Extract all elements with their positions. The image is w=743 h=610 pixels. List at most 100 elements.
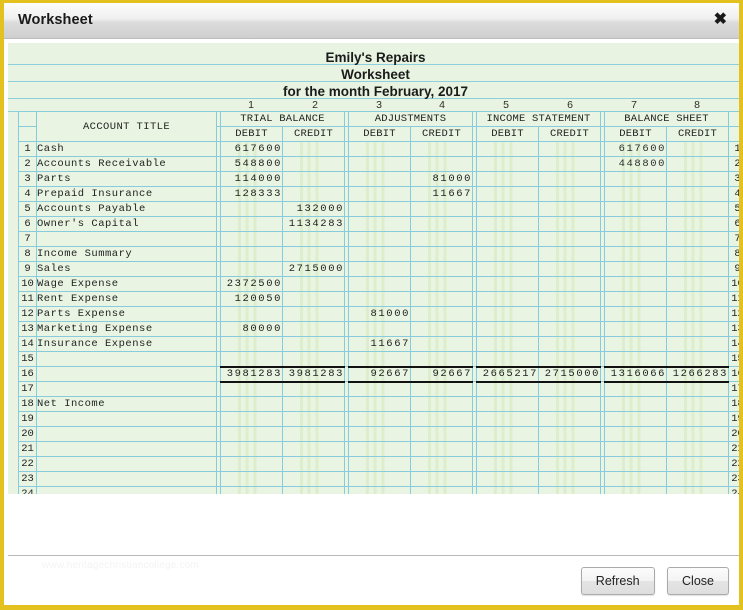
amount-cell-bs-credit[interactable] <box>667 442 729 457</box>
account-title-cell[interactable]: Parts <box>37 172 217 187</box>
amount-cell-bs-debit[interactable] <box>605 382 667 397</box>
amount-cell-is-debit[interactable] <box>477 487 539 495</box>
amount-cell-is-debit[interactable] <box>477 217 539 232</box>
account-title-cell[interactable]: Insurance Expense <box>37 337 217 352</box>
amount-cell-is-credit[interactable] <box>539 352 601 367</box>
amount-cell-is-credit[interactable] <box>539 187 601 202</box>
refresh-button[interactable]: Refresh <box>581 567 655 595</box>
amount-cell-adj-debit[interactable] <box>349 142 411 157</box>
amount-cell-is-debit[interactable] <box>477 157 539 172</box>
amount-cell-tb-credit[interactable]: 132000 <box>283 202 345 217</box>
account-title-cell[interactable]: Net Income <box>37 397 217 412</box>
amount-cell-bs-debit[interactable] <box>605 472 667 487</box>
amount-cell-tb-credit[interactable] <box>283 157 345 172</box>
account-title-cell[interactable]: Wage Expense <box>37 277 217 292</box>
amount-cell-adj-credit[interactable] <box>411 487 473 495</box>
amount-cell-bs-debit[interactable] <box>605 457 667 472</box>
amount-cell-bs-debit[interactable] <box>605 232 667 247</box>
amount-cell-is-debit[interactable] <box>477 232 539 247</box>
account-title-cell[interactable]: Parts Expense <box>37 307 217 322</box>
amount-cell-adj-credit[interactable] <box>411 397 473 412</box>
amount-cell-adj-credit[interactable] <box>411 202 473 217</box>
amount-cell-tb-debit[interactable]: 2372500 <box>221 277 283 292</box>
amount-cell-tb-credit[interactable]: 1134283 <box>283 217 345 232</box>
amount-cell-tb-debit[interactable] <box>221 262 283 277</box>
amount-cell-adj-debit[interactable] <box>349 487 411 495</box>
amount-cell-is-credit[interactable] <box>539 457 601 472</box>
amount-cell-tb-credit[interactable] <box>283 352 345 367</box>
amount-cell-adj-credit[interactable] <box>411 262 473 277</box>
amount-cell-adj-credit[interactable] <box>411 472 473 487</box>
amount-cell-is-debit[interactable] <box>477 292 539 307</box>
amount-cell-adj-debit[interactable]: 81000 <box>349 307 411 322</box>
amount-cell-bs-credit[interactable] <box>667 382 729 397</box>
account-title-cell[interactable] <box>37 427 217 442</box>
amount-cell-adj-credit[interactable] <box>411 142 473 157</box>
account-title-cell[interactable] <box>37 472 217 487</box>
amount-cell-adj-debit[interactable] <box>349 217 411 232</box>
amount-cell-tb-debit[interactable] <box>221 382 283 397</box>
amount-cell-adj-debit[interactable] <box>349 472 411 487</box>
amount-cell-is-debit[interactable] <box>477 442 539 457</box>
amount-cell-is-debit[interactable] <box>477 472 539 487</box>
amount-cell-bs-credit[interactable]: 1266283 <box>667 367 729 382</box>
amount-cell-tb-credit[interactable] <box>283 457 345 472</box>
amount-cell-tb-credit[interactable]: 2715000 <box>283 262 345 277</box>
amount-cell-bs-credit[interactable] <box>667 457 729 472</box>
amount-cell-bs-credit[interactable] <box>667 352 729 367</box>
amount-cell-tb-debit[interactable]: 617600 <box>221 142 283 157</box>
amount-cell-adj-debit[interactable]: 92667 <box>349 367 411 382</box>
amount-cell-bs-credit[interactable] <box>667 337 729 352</box>
amount-cell-tb-debit[interactable] <box>221 457 283 472</box>
amount-cell-is-debit[interactable] <box>477 277 539 292</box>
amount-cell-bs-debit[interactable] <box>605 397 667 412</box>
amount-cell-bs-debit[interactable] <box>605 292 667 307</box>
amount-cell-tb-debit[interactable] <box>221 307 283 322</box>
amount-cell-tb-debit[interactable]: 114000 <box>221 172 283 187</box>
amount-cell-adj-credit[interactable] <box>411 217 473 232</box>
amount-cell-bs-credit[interactable] <box>667 412 729 427</box>
amount-cell-is-credit[interactable] <box>539 262 601 277</box>
amount-cell-is-debit[interactable] <box>477 352 539 367</box>
amount-cell-bs-debit[interactable] <box>605 307 667 322</box>
amount-cell-is-debit[interactable] <box>477 187 539 202</box>
amount-cell-is-debit[interactable] <box>477 382 539 397</box>
amount-cell-tb-credit[interactable] <box>283 187 345 202</box>
amount-cell-is-credit[interactable] <box>539 232 601 247</box>
amount-cell-tb-credit[interactable] <box>283 382 345 397</box>
amount-cell-bs-debit[interactable] <box>605 202 667 217</box>
amount-cell-tb-credit[interactable] <box>283 442 345 457</box>
amount-cell-is-credit[interactable] <box>539 337 601 352</box>
amount-cell-adj-credit[interactable] <box>411 157 473 172</box>
amount-cell-is-debit[interactable] <box>477 457 539 472</box>
amount-cell-is-debit[interactable] <box>477 427 539 442</box>
amount-cell-is-credit[interactable] <box>539 217 601 232</box>
amount-cell-adj-credit[interactable] <box>411 382 473 397</box>
amount-cell-adj-credit[interactable] <box>411 232 473 247</box>
amount-cell-is-credit[interactable]: 2715000 <box>539 367 601 382</box>
amount-cell-tb-credit[interactable] <box>283 472 345 487</box>
amount-cell-is-debit[interactable] <box>477 262 539 277</box>
amount-cell-is-credit[interactable] <box>539 247 601 262</box>
amount-cell-adj-debit[interactable] <box>349 277 411 292</box>
amount-cell-bs-debit[interactable] <box>605 247 667 262</box>
amount-cell-is-debit[interactable] <box>477 202 539 217</box>
amount-cell-adj-debit[interactable] <box>349 187 411 202</box>
amount-cell-is-debit[interactable] <box>477 322 539 337</box>
amount-cell-adj-credit[interactable] <box>411 337 473 352</box>
amount-cell-bs-credit[interactable] <box>667 487 729 495</box>
amount-cell-is-credit[interactable] <box>539 382 601 397</box>
amount-cell-bs-credit[interactable] <box>667 262 729 277</box>
account-title-cell[interactable] <box>37 487 217 495</box>
amount-cell-is-credit[interactable] <box>539 307 601 322</box>
amount-cell-adj-credit[interactable]: 92667 <box>411 367 473 382</box>
amount-cell-adj-credit[interactable] <box>411 412 473 427</box>
amount-cell-is-credit[interactable] <box>539 172 601 187</box>
amount-cell-bs-credit[interactable] <box>667 472 729 487</box>
amount-cell-adj-credit[interactable] <box>411 322 473 337</box>
amount-cell-tb-credit[interactable] <box>283 427 345 442</box>
amount-cell-is-debit[interactable] <box>477 397 539 412</box>
amount-cell-tb-debit[interactable] <box>221 472 283 487</box>
amount-cell-is-debit[interactable] <box>477 247 539 262</box>
amount-cell-is-credit[interactable] <box>539 277 601 292</box>
